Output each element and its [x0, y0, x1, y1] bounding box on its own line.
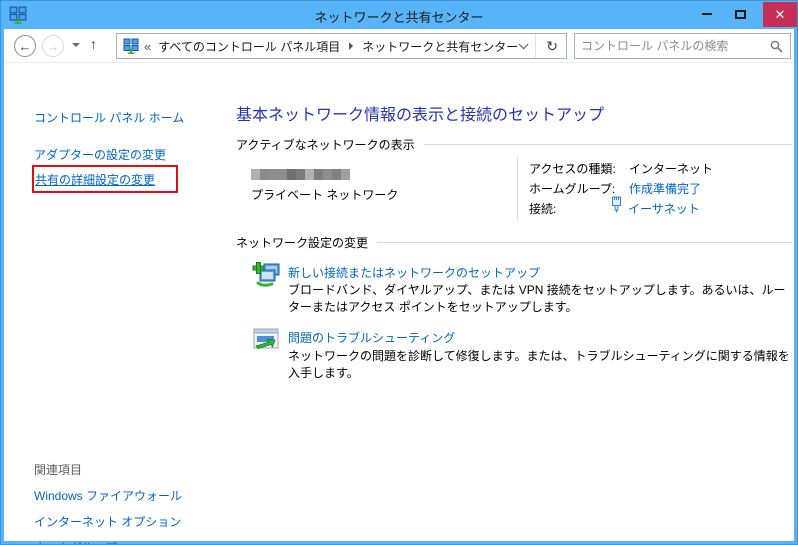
section-rule — [423, 144, 792, 145]
titlebar: ネットワークと共有センター ✕ — [1, 1, 797, 29]
section-change-network-settings: ネットワーク設定の変更 — [236, 234, 792, 251]
breadcrumb-item-all-control-panel-items[interactable]: すべてのコントロール パネル項目 — [158, 38, 340, 55]
address-bar[interactable]: « すべてのコントロール パネル項目 ネットワークと共有センター ↻ — [116, 33, 567, 59]
sidebar-item-change-advanced-sharing-settings[interactable]: 共有の詳細設定の変更 — [35, 171, 155, 188]
minimize-button[interactable] — [694, 1, 720, 27]
window-body: ← → ↑ « すべてのコントロール パネル項目 ネットワークと共有センター ↻… — [4, 29, 794, 544]
redacted-network-name — [251, 169, 350, 180]
search-icon[interactable] — [770, 40, 783, 53]
new-connection-icon — [252, 262, 280, 287]
back-button[interactable]: ← — [14, 35, 36, 57]
maximize-button[interactable] — [727, 1, 753, 27]
breadcrumb-item-network-sharing-center[interactable]: ネットワークと共有センター — [362, 38, 518, 55]
task-setup-new-connection-link[interactable]: 新しい接続またはネットワークのセットアップ — [288, 264, 540, 281]
troubleshoot-icon — [253, 328, 279, 349]
homegroup-label: ホームグループ: — [529, 182, 616, 196]
content-area: コントロール パネル ホーム アダプターの設定の変更 共有の詳細設定の変更 関連… — [4, 64, 794, 544]
section-rule — [377, 242, 792, 243]
sidebar-item-homegroup[interactable]: ホームグループ — [34, 539, 117, 544]
section-active-networks: アクティブなネットワークの表示 — [236, 136, 792, 153]
access-type-value: インターネット — [629, 162, 714, 176]
homegroup-status-link[interactable]: 作成準備完了 — [629, 180, 701, 197]
section-change-network-settings-label: ネットワーク設定の変更 — [236, 236, 369, 250]
minimize-icon — [702, 13, 712, 15]
up-button[interactable]: ↑ — [90, 36, 97, 52]
ethernet-icon — [612, 196, 621, 213]
window-title: ネットワークと共有センター — [314, 10, 484, 25]
task-setup-new-connection-desc: ブロードバンド、ダイヤルアップ、または VPN 接続をセットアップします。あるい… — [288, 283, 786, 314]
navigation-bar: ← → ↑ « すべてのコントロール パネル項目 ネットワークと共有センター ↻… — [4, 29, 794, 63]
search-box[interactable] — [574, 33, 791, 59]
network-sharing-center-icon — [123, 38, 139, 54]
sidebar-item-control-panel-home[interactable]: コントロール パネル ホーム — [34, 109, 184, 126]
task-troubleshoot-problems-desc: ネットワークの問題を診断して修復します。または、トラブルシューティングに関する情… — [288, 349, 790, 380]
breadcrumb-overflow-chevron[interactable]: « — [144, 39, 151, 54]
task-troubleshoot-problems-link[interactable]: 問題のトラブルシューティング — [288, 329, 455, 346]
connection-ethernet-link[interactable]: イーサネット — [628, 200, 700, 217]
refresh-button[interactable]: ↻ — [542, 38, 562, 55]
address-dropdown-chevron-icon[interactable] — [518, 38, 529, 49]
sidebar-item-windows-firewall[interactable]: Windows ファイアウォール — [34, 487, 182, 504]
network-sharing-center-window: ネットワークと共有センター ✕ ← → ↑ « すべてのコントロール パネル項目… — [0, 0, 798, 545]
search-input[interactable] — [575, 39, 770, 53]
maximize-icon — [734, 9, 746, 19]
page-title: 基本ネットワーク情報の表示と接続のセットアップ — [236, 107, 605, 124]
address-divider — [535, 34, 537, 58]
section-active-networks-label: アクティブなネットワークの表示 — [236, 138, 415, 152]
related-items-title: 関連項目 — [34, 463, 83, 477]
history-dropdown-icon[interactable] — [72, 43, 80, 47]
forward-button[interactable]: → — [42, 35, 64, 57]
connections-label: 接続: — [529, 202, 557, 216]
sidebar-item-internet-options[interactable]: インターネット オプション — [34, 513, 181, 530]
sidebar-item-change-adapter-settings[interactable]: アダプターの設定の変更 — [34, 146, 166, 163]
network-column-divider — [517, 157, 518, 221]
close-button[interactable]: ✕ — [763, 2, 797, 27]
network-type-label: プライベート ネットワーク — [251, 188, 399, 202]
breadcrumb-separator-icon[interactable] — [349, 42, 354, 50]
access-type-label: アクセスの種類: — [529, 162, 616, 176]
